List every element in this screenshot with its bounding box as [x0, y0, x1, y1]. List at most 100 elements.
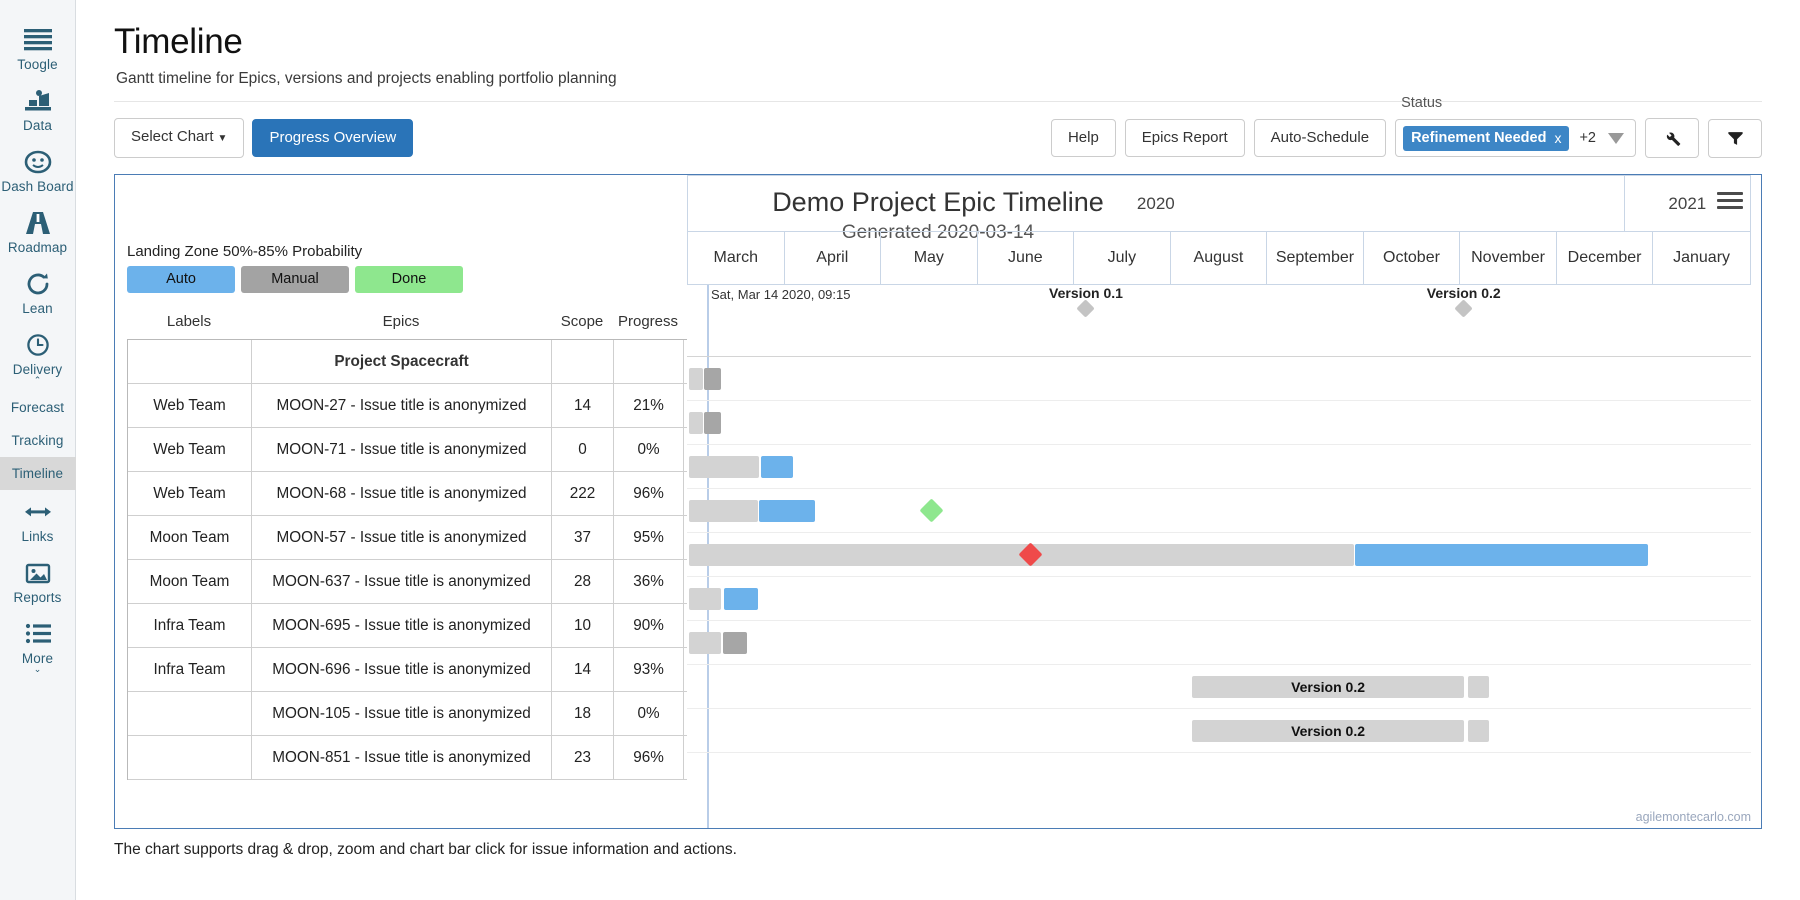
chevron-down-icon[interactable]: [1608, 132, 1624, 144]
gantt-bar-grey-dark[interactable]: [723, 632, 747, 654]
sidebar-item-delivery[interactable]: Delivery ⌃: [0, 323, 76, 391]
table-group-row[interactable]: Project Spacecraft: [128, 339, 687, 384]
table-header: Labels Epics Scope Progress: [127, 313, 687, 339]
sidebar-item-label: Roadmap: [7, 240, 68, 255]
app-root: Toogle Data Dash Board Roadmap Lean Delivery ⌃…: [0, 0, 1800, 900]
row-progress: 95%: [614, 515, 684, 560]
toolbar: Select Chart ▼ Progress Overview Help Epi…: [76, 95, 1800, 158]
row-progress: 0%: [614, 427, 684, 472]
version-marker[interactable]: Version 0.2: [1426, 285, 1501, 318]
table-row[interactable]: Moon Team MOON-57 - Issue title is anonym…: [128, 515, 687, 560]
gantt-bar-grey[interactable]: [1467, 676, 1490, 698]
sidebar-item-dash-board[interactable]: Dash Board: [0, 140, 76, 201]
gantt-bar-grey[interactable]: [689, 368, 703, 390]
select-chart-button[interactable]: Select Chart ▼: [114, 118, 245, 158]
legend-swatch-done: Done: [355, 266, 463, 293]
status-field-label: Status: [1401, 95, 1443, 111]
status-chip-refinement-needed[interactable]: Refinement Needed x: [1403, 125, 1570, 151]
table-row[interactable]: Web Team MOON-68 - Issue title is anonymi…: [128, 471, 687, 516]
help-button[interactable]: Help: [1050, 119, 1116, 157]
gantt-bar-grey[interactable]: [689, 412, 703, 434]
table-row[interactable]: MOON-851 - Issue title is anonymized 23 96…: [128, 735, 687, 780]
settings-wrench-button[interactable]: [1645, 118, 1699, 158]
timeline-month-june: June: [978, 232, 1075, 284]
timeline-month-august: August: [1171, 232, 1268, 284]
gantt-milestone-green-diamond-icon[interactable]: [919, 498, 944, 523]
sidebar-item-label: Lean: [22, 301, 53, 316]
row-epic: MOON-27 - Issue title is anonymized: [252, 383, 552, 428]
row-epic: MOON-696 - Issue title is anonymized: [252, 647, 552, 692]
gantt-bar-grey-dark[interactable]: [704, 412, 722, 434]
row-label: Web Team: [128, 383, 252, 428]
gantt-row: [687, 401, 1751, 445]
sidebar-item-tracking[interactable]: Tracking: [0, 424, 76, 457]
row-progress: 90%: [614, 603, 684, 648]
sidebar-item-toogle[interactable]: Toogle: [0, 18, 76, 79]
row-progress: 93%: [614, 647, 684, 692]
table-row[interactable]: Web Team MOON-71 - Issue title is anonymi…: [128, 427, 687, 472]
page-title: Timeline: [114, 22, 243, 61]
sidebar-item-links[interactable]: Links: [0, 490, 76, 551]
row-scope: 18: [552, 691, 614, 736]
table-row[interactable]: Web Team MOON-27 - Issue title is anonymi…: [128, 383, 687, 428]
toolbar-left-group: Select Chart ▼ Progress Overview: [114, 118, 414, 158]
gantt-bar-blue[interactable]: [1355, 544, 1648, 566]
gantt-bar-grey-dark[interactable]: [704, 368, 722, 390]
sidebar-item-label: Timeline: [11, 466, 64, 481]
row-label: Infra Team: [128, 647, 252, 692]
filter-button[interactable]: [1708, 118, 1762, 158]
sidebar-item-timeline[interactable]: Timeline: [0, 457, 76, 490]
row-scope: 10: [552, 603, 614, 648]
wrench-icon: [1666, 132, 1681, 146]
timeline-month-march: March: [688, 232, 785, 284]
progress-overview-button[interactable]: Progress Overview: [252, 119, 414, 157]
gantt-bar-grey[interactable]: [689, 456, 760, 478]
sidebar-item-data[interactable]: Data: [0, 79, 76, 140]
timeline-month-september: September: [1267, 232, 1364, 284]
sidebar-item-reports[interactable]: Reports: [0, 551, 76, 612]
row-epic: MOON-695 - Issue title is anonymized: [252, 603, 552, 648]
legend-swatches: Auto Manual Done: [127, 266, 507, 293]
version-marker-label: Version 0.2: [1426, 285, 1501, 301]
watermark: agilemontecarlo.com: [1635, 810, 1751, 824]
gantt-bar-blue[interactable]: [759, 500, 815, 522]
status-filter: Status Refinement Needed x +2: [1395, 95, 1636, 157]
sidebar-item-more[interactable]: More ⌄: [0, 612, 76, 680]
select-chart-label: Select Chart: [131, 128, 214, 145]
sidebar-item-forecast[interactable]: Forecast: [0, 391, 76, 424]
gantt-bar-blue[interactable]: [761, 456, 794, 478]
epics-report-button[interactable]: Epics Report: [1124, 119, 1245, 157]
auto-schedule-button[interactable]: Auto-Schedule: [1253, 119, 1387, 157]
gantt-bar-grey[interactable]: [689, 588, 722, 610]
row-epic: MOON-637 - Issue title is anonymized: [252, 559, 552, 604]
current-date-label: Sat, Mar 14 2020, 09:15: [711, 287, 851, 302]
gantt-rows: Version 0.2 Version 0.2: [687, 313, 1751, 753]
gantt-bar-blue[interactable]: [724, 588, 759, 610]
row-scope: 23: [552, 735, 614, 780]
close-icon[interactable]: x: [1554, 130, 1561, 146]
row-scope: 28: [552, 559, 614, 604]
toolbar-right-group: Help Epics Report Auto-Schedule Status R…: [1050, 95, 1762, 158]
gantt-bar-grey[interactable]: [1467, 720, 1490, 742]
gantt-version-bar[interactable]: Version 0.2: [1192, 720, 1464, 742]
sidebar-item-roadmap[interactable]: Roadmap: [0, 201, 76, 262]
version-marker[interactable]: Version 0.1: [1049, 285, 1123, 318]
gantt-version-bar[interactable]: Version 0.2: [1192, 676, 1464, 698]
gantt-row: [687, 313, 1751, 357]
table-row[interactable]: Moon Team MOON-637 - Issue title is anony…: [128, 559, 687, 604]
gantt-row: [687, 621, 1751, 665]
table-row[interactable]: Infra Team MOON-695 - Issue title is anon…: [128, 603, 687, 648]
status-select[interactable]: Refinement Needed x +2: [1395, 119, 1636, 157]
column-header-scope: Scope: [560, 313, 604, 330]
table-row[interactable]: Infra Team MOON-696 - Issue title is anon…: [128, 647, 687, 692]
table-row[interactable]: MOON-105 - Issue title is anonymized 18 0%: [128, 691, 687, 736]
gantt-bar-grey[interactable]: [689, 500, 759, 522]
row-label: [128, 735, 252, 780]
arrows-horizontal-icon: [23, 497, 53, 527]
timeline-month-april: April: [785, 232, 882, 284]
clock-icon: [23, 330, 53, 360]
row-scope: [552, 339, 614, 384]
row-epic: MOON-105 - Issue title is anonymized: [252, 691, 552, 736]
gantt-bar-grey[interactable]: [689, 632, 722, 654]
sidebar-item-lean[interactable]: Lean: [0, 262, 76, 323]
